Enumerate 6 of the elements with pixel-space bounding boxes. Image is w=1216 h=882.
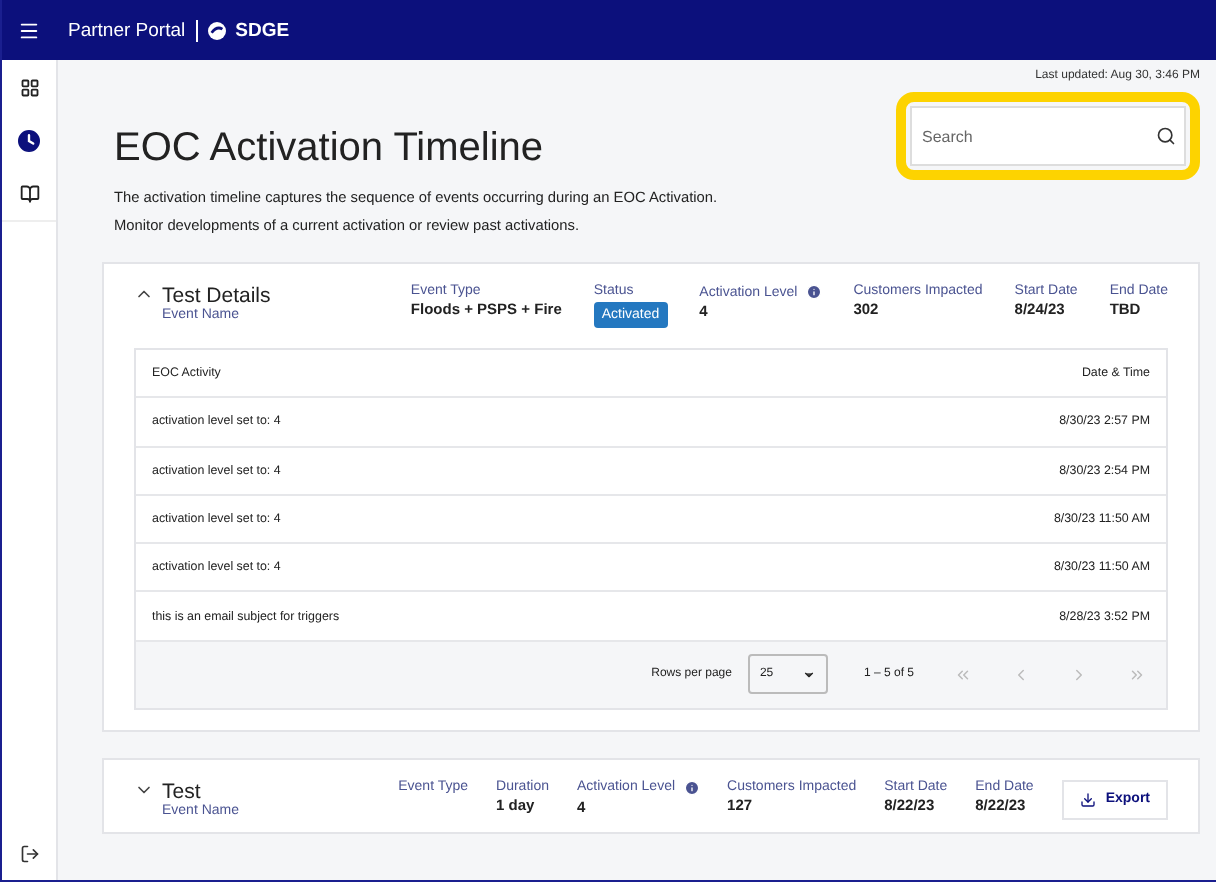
portal-title: Partner Portal bbox=[68, 19, 186, 41]
brand-name: SDGE bbox=[235, 19, 290, 41]
event-title: Test Details bbox=[162, 284, 273, 308]
event-title: Test bbox=[162, 779, 203, 804]
page-title: EOC Activation Timeline bbox=[114, 126, 544, 172]
search-field[interactable]: Search bbox=[910, 106, 1186, 166]
